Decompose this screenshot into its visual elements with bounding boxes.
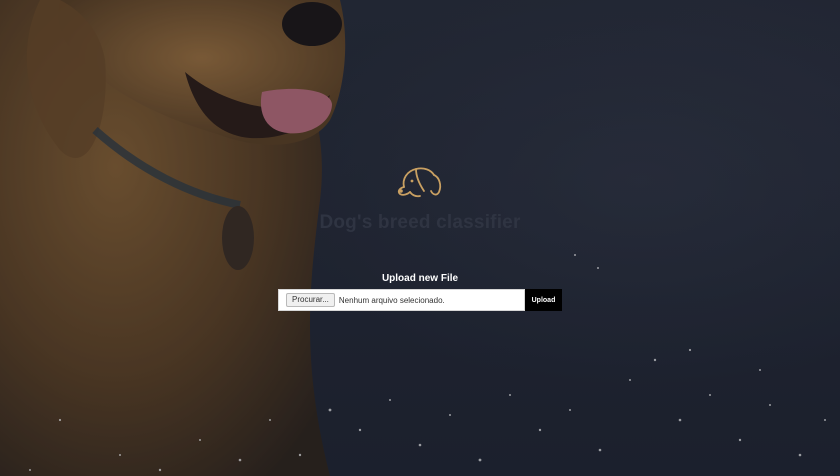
- main-content: Dog's breed classifier Upload new File P…: [0, 0, 840, 476]
- upload-heading: Upload new File: [381, 273, 459, 284]
- dog-head-icon: [397, 167, 442, 198]
- upload-form: Procurar... Nenhum arquivo selecionado. …: [278, 289, 562, 311]
- file-input[interactable]: Procurar... Nenhum arquivo selecionado.: [278, 289, 525, 311]
- app-title: Dog's breed classifier: [319, 212, 521, 233]
- file-status-text: Nenhum arquivo selecionado.: [338, 295, 445, 305]
- upload-button[interactable]: Upload: [525, 289, 562, 311]
- page: Dog's breed classifier Upload new File P…: [0, 0, 840, 476]
- browse-button[interactable]: Procurar...: [286, 293, 335, 307]
